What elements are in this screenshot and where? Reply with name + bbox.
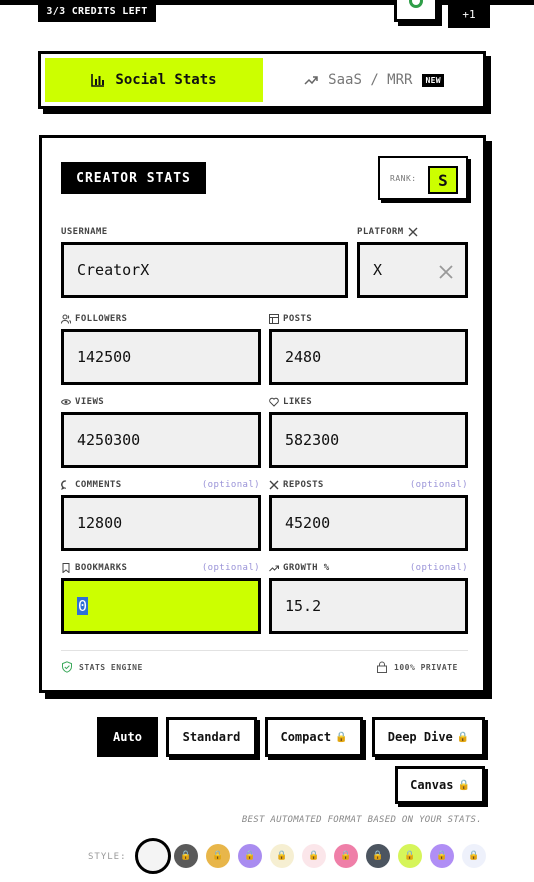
format-compact-button[interactable]: Compact 🔒 [265,717,363,757]
account-button[interactable] [394,0,438,22]
tab-saas-mrr-label: SaaS / MRR [328,72,413,88]
reposts-label: REPOSTS [269,480,324,490]
lock-icon: 🔒 [308,851,320,861]
card-title: CREATOR STATS [61,162,206,194]
bookmarks-value: 0 [77,597,89,615]
lock-icon [376,661,388,673]
followers-label: FOLLOWERS [61,314,127,324]
growth-input[interactable]: 15.2 [269,578,468,634]
bookmark-icon [61,563,71,573]
x-logo-icon [439,265,453,279]
logo-icon [409,0,423,8]
views-input[interactable]: 4250300 [61,412,261,468]
posts-input[interactable]: 2480 [269,329,468,385]
rank-label: RANK: [390,174,417,183]
lock-icon: 🔒 [456,731,470,743]
reposts-optional: (optional) [409,480,468,490]
style-swatch[interactable]: 🔒 [430,844,454,868]
creator-stats-card: CREATOR STATS RANK: S USERNAME CreatorX … [39,135,486,693]
lock-icon: 🔒 [244,851,256,861]
card-divider [61,650,468,651]
tab-social-stats-label: Social Stats [115,72,217,88]
top-action-button[interactable]: +1 [448,0,490,28]
format-standard-button[interactable]: Standard [166,717,257,757]
comments-optional: (optional) [201,480,260,490]
lock-icon: 🔒 [335,731,348,743]
format-auto-button[interactable]: Auto [97,717,158,757]
mode-tabs: Social Stats SaaS / MRR NEW [38,51,486,109]
bookmarks-input[interactable]: 0 [61,578,261,634]
followers-input[interactable]: 142500 [61,329,261,385]
likes-input[interactable]: 582300 [269,412,468,468]
style-swatch-selected[interactable] [135,838,171,874]
rank-value: S [428,166,458,194]
trending-up-icon [269,563,279,573]
users-icon [61,314,71,324]
reposts-input[interactable]: 45200 [269,495,468,551]
shield-check-icon [61,661,73,673]
credits-badge: 3/3 CREDITS LEFT [38,0,156,22]
style-swatch[interactable]: 🔒 [302,844,326,868]
heart-icon [269,397,279,407]
eye-icon [61,397,71,407]
tab-saas-mrr[interactable]: SaaS / MRR NEW [267,58,481,102]
username-label: USERNAME [61,227,108,237]
bookmarks-label: BOOKMARKS [61,563,127,573]
layout-icon [269,314,279,324]
x-logo-icon [408,227,418,237]
lock-icon: 🔒 [340,851,352,861]
lock-icon: 🔒 [404,851,416,861]
platform-label: PLATFORM [357,227,418,237]
private-label: 100% PRIVATE [376,661,458,673]
new-badge: NEW [422,73,444,87]
style-swatch[interactable]: 🔒 [206,844,230,868]
x-logo-icon [269,480,279,490]
growth-optional: (optional) [409,563,468,573]
style-swatch[interactable]: 🔒 [270,844,294,868]
format-hint: BEST AUTOMATED FORMAT BASED ON YOUR STAT… [241,815,482,825]
style-swatch[interactable]: 🔒 [462,844,486,868]
comments-label: COMMENTS [61,480,122,490]
lock-icon: 🔒 [468,851,480,861]
comments-input[interactable]: 12800 [61,495,261,551]
rank-box: RANK: S [378,156,468,200]
views-label: VIEWS [61,397,104,407]
trending-up-icon [304,73,318,87]
growth-label: GROWTH % [269,563,330,573]
lock-icon: 🔒 [180,851,192,861]
lock-icon: 🔒 [436,851,448,861]
stats-engine-label: STATS ENGINE [61,661,143,673]
lock-icon: 🔒 [457,779,470,791]
posts-label: POSTS [269,314,312,324]
format-deep-dive-button[interactable]: Deep Dive 🔒 [372,717,485,757]
style-swatch[interactable]: 🔒 [334,844,358,868]
platform-select[interactable]: X [357,242,468,298]
format-canvas-button[interactable]: Canvas 🔒 [395,766,485,804]
style-swatch[interactable]: 🔒 [238,844,262,868]
bookmarks-optional: (optional) [201,563,260,573]
likes-label: LIKES [269,397,312,407]
lock-icon: 🔒 [372,851,384,861]
bar-chart-icon [91,73,105,87]
style-swatch[interactable]: 🔒 [174,844,198,868]
style-swatch[interactable]: 🔒 [398,844,422,868]
tab-social-stats[interactable]: Social Stats [45,58,263,102]
lock-icon: 🔒 [212,851,224,861]
username-input[interactable]: CreatorX [61,242,348,298]
style-swatch[interactable]: 🔒 [366,844,390,868]
lock-icon: 🔒 [276,851,288,861]
style-label: STYLE: [88,852,127,862]
comment-icon [61,480,71,490]
